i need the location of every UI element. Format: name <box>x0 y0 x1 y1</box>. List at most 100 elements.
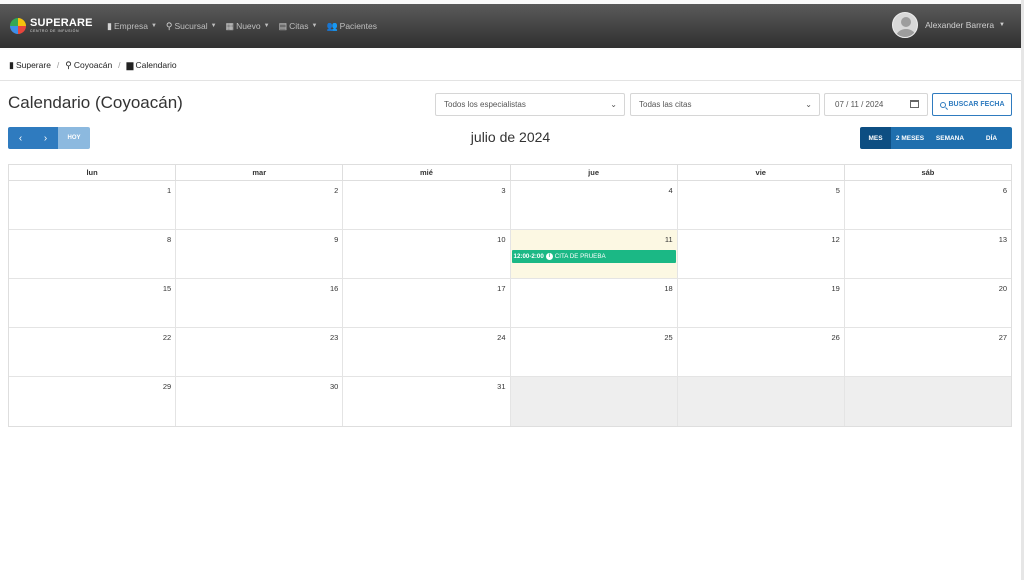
day-cell[interactable]: 24 <box>343 328 511 376</box>
day-cell[interactable]: 4 <box>511 181 678 229</box>
day-cell[interactable]: 2 <box>176 181 344 229</box>
nav-nuevo-label: Nuevo <box>236 21 261 31</box>
nav-citas[interactable]: ▤ Citas ▼ <box>279 21 318 32</box>
day-cell[interactable]: 6 <box>845 181 1011 229</box>
logo-mark-icon <box>10 18 26 34</box>
day-cell-outside <box>677 377 845 426</box>
calendar-picker-icon[interactable] <box>910 100 919 108</box>
view-month-button[interactable]: MES <box>860 127 891 149</box>
caret-down-icon: ▼ <box>263 23 270 29</box>
day-number: 26 <box>831 333 840 342</box>
top-navbar: SUPERARE CENTRO DE INFUSIÓN ▮ Empresa ▼ … <box>0 4 1021 48</box>
day-number: 29 <box>162 382 172 391</box>
weekday-label: jue <box>511 165 678 180</box>
breadcrumb-calendario: Calendario <box>135 60 177 70</box>
nav-empresa-label: Empresa <box>113 21 148 31</box>
day-cell[interactable]: 20 <box>845 279 1011 327</box>
day-cell[interactable]: 3 <box>343 181 511 229</box>
day-number: 20 <box>998 284 1008 293</box>
day-cell[interactable]: 30 <box>176 377 344 426</box>
users-icon: 👥 <box>326 20 338 31</box>
week-row: 1 2 3 4 5 6 <box>9 181 1011 230</box>
day-cell[interactable]: 17 <box>343 279 511 327</box>
date-input-value: 07 / 11 / 2024 <box>835 100 884 109</box>
day-cell[interactable]: 12 <box>678 230 845 278</box>
view-two-months-button[interactable]: 2 MESES <box>891 127 929 149</box>
weekday-label: mar <box>176 165 344 180</box>
day-cell[interactable]: 5 <box>678 181 845 229</box>
day-cell[interactable]: 1 <box>9 181 177 229</box>
user-menu[interactable]: Alexander Barrera ▼ <box>892 12 1005 38</box>
appointments-select[interactable]: Todas las citas ⌄ <box>630 93 820 116</box>
weekday-label: mié <box>343 165 511 180</box>
day-cell[interactable]: 31 <box>343 377 511 426</box>
breadcrumb-superare[interactable]: Superare <box>16 60 51 70</box>
day-number: 8 <box>167 235 172 244</box>
user-name: Alexander Barrera <box>925 20 995 30</box>
building-icon: ▮ <box>9 59 14 70</box>
event-title: CITA DE PRUEBA <box>554 253 606 260</box>
specialist-select-value: Todos los especialistas <box>444 100 526 109</box>
day-cell-today[interactable]: 11 12:00-2:00 i CITA DE PRUEBA <box>510 230 678 278</box>
nav-sucursal-label: Sucursal <box>174 21 208 31</box>
day-cell[interactable]: 27 <box>845 328 1011 376</box>
day-number: 1 <box>167 186 172 195</box>
day-number: 11 <box>664 235 673 244</box>
search-icon <box>939 101 946 108</box>
day-cell[interactable]: 26 <box>678 328 845 376</box>
view-week-button[interactable]: SEMANA <box>929 127 971 149</box>
day-cell[interactable]: 22 <box>9 328 177 376</box>
map-marker-icon: ⚲ <box>165 20 173 31</box>
day-cell[interactable]: 16 <box>176 279 344 327</box>
nav-nuevo[interactable]: ▦ Nuevo ▼ <box>226 21 270 32</box>
weekday-label: lun <box>9 165 177 180</box>
day-number: 19 <box>831 284 840 293</box>
main-content: Calendario (Coyoacán) Todos los especial… <box>0 81 1021 580</box>
day-number: 13 <box>998 235 1008 244</box>
day-number: 5 <box>835 186 840 195</box>
search-date-button[interactable]: BUSCAR FECHA <box>932 93 1012 116</box>
nav-empresa[interactable]: ▮ Empresa ▼ <box>107 21 157 32</box>
day-cell[interactable]: 10 <box>343 230 511 278</box>
day-cell-outside <box>844 377 1012 426</box>
calendar-icon: ▆ <box>126 59 134 70</box>
week-row: 15 16 17 18 19 20 <box>9 279 1011 328</box>
calendar-plus-icon: ▦ <box>225 20 235 31</box>
day-cell-outside <box>510 377 678 426</box>
day-number: 31 <box>497 382 506 391</box>
nav-citas-label: Citas <box>289 21 309 31</box>
nav-sucursal[interactable]: ⚲ Sucursal ▼ <box>166 21 217 32</box>
day-number: 16 <box>330 284 339 293</box>
day-cell[interactable]: 19 <box>678 279 845 327</box>
event-time: 12:00-2:00 <box>513 253 544 260</box>
day-cell[interactable]: 18 <box>511 279 678 327</box>
day-number: 10 <box>497 235 506 244</box>
day-number: 2 <box>334 186 339 195</box>
caret-down-icon: ▼ <box>999 22 1005 28</box>
week-row: 8 9 10 11 12:00-2:00 i CITA DE PRUEBA 12… <box>9 230 1011 279</box>
day-number: 18 <box>664 284 673 293</box>
breadcrumb-coyoacan[interactable]: Coyoacán <box>74 60 112 70</box>
day-cell[interactable]: 15 <box>9 279 177 327</box>
caret-down-icon: ▼ <box>150 23 157 29</box>
week-row: 22 23 24 25 26 27 <box>9 328 1011 377</box>
day-cell[interactable]: 23 <box>176 328 344 376</box>
day-cell[interactable]: 25 <box>511 328 678 376</box>
specialist-select[interactable]: Todos los especialistas ⌄ <box>435 93 625 116</box>
weekday-header: lun mar mié jue vie sáb <box>9 165 1011 181</box>
week-row: 29 30 31 <box>9 377 1012 426</box>
day-cell[interactable]: 9 <box>176 230 344 278</box>
day-cell[interactable]: 8 <box>9 230 177 278</box>
day-number: 4 <box>668 186 673 195</box>
day-number: 12 <box>831 235 840 244</box>
day-cell[interactable]: 13 <box>845 230 1011 278</box>
day-cell[interactable]: 29 <box>9 377 177 426</box>
view-day-button[interactable]: DÍA <box>971 127 1012 149</box>
date-input[interactable]: 07 / 11 / 2024 <box>824 93 928 116</box>
day-number: 24 <box>497 333 506 342</box>
calendar-event[interactable]: 12:00-2:00 i CITA DE PRUEBA <box>511 250 676 263</box>
day-number: 9 <box>334 235 339 244</box>
brand-logo[interactable]: SUPERARE CENTRO DE INFUSIÓN <box>10 18 98 34</box>
nav-pacientes[interactable]: 👥 Pacientes <box>326 21 377 32</box>
breadcrumb: ▮ Superare / ⚲ Coyoacán / ▆ Calendario <box>0 50 1021 81</box>
